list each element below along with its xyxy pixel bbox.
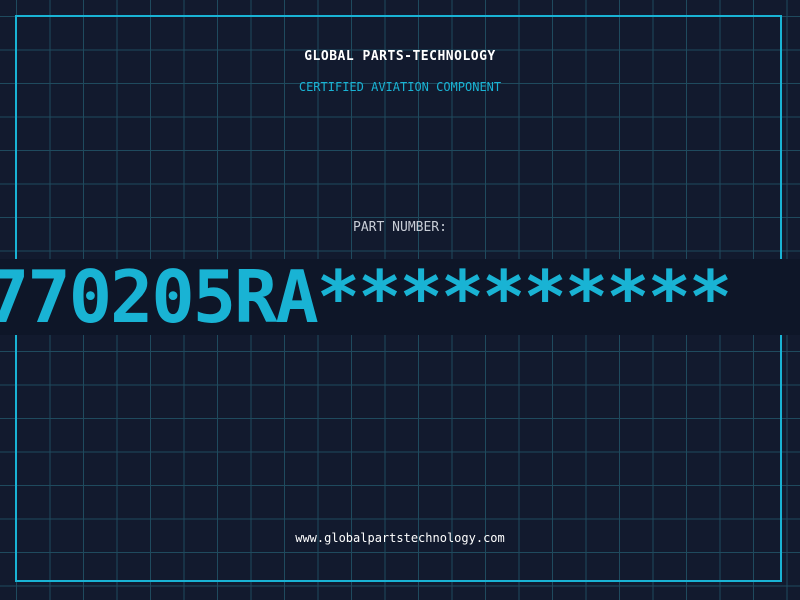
- company-name: GLOBAL PARTS-TECHNOLOGY: [304, 49, 496, 64]
- part-number-label: PART NUMBER:: [353, 220, 447, 235]
- website-url[interactable]: www.globalpartstechnology.com: [0, 531, 800, 545]
- certification-tagline: CERTIFIED AVIATION COMPONENT: [298, 80, 502, 94]
- part-number-band: 770205RA**********: [0, 259, 800, 335]
- certificate-page: GLOBAL PARTS-TECHNOLOGY CERTIFIED AVIATI…: [0, 0, 800, 600]
- part-number-value: 770205RA**********: [0, 259, 732, 335]
